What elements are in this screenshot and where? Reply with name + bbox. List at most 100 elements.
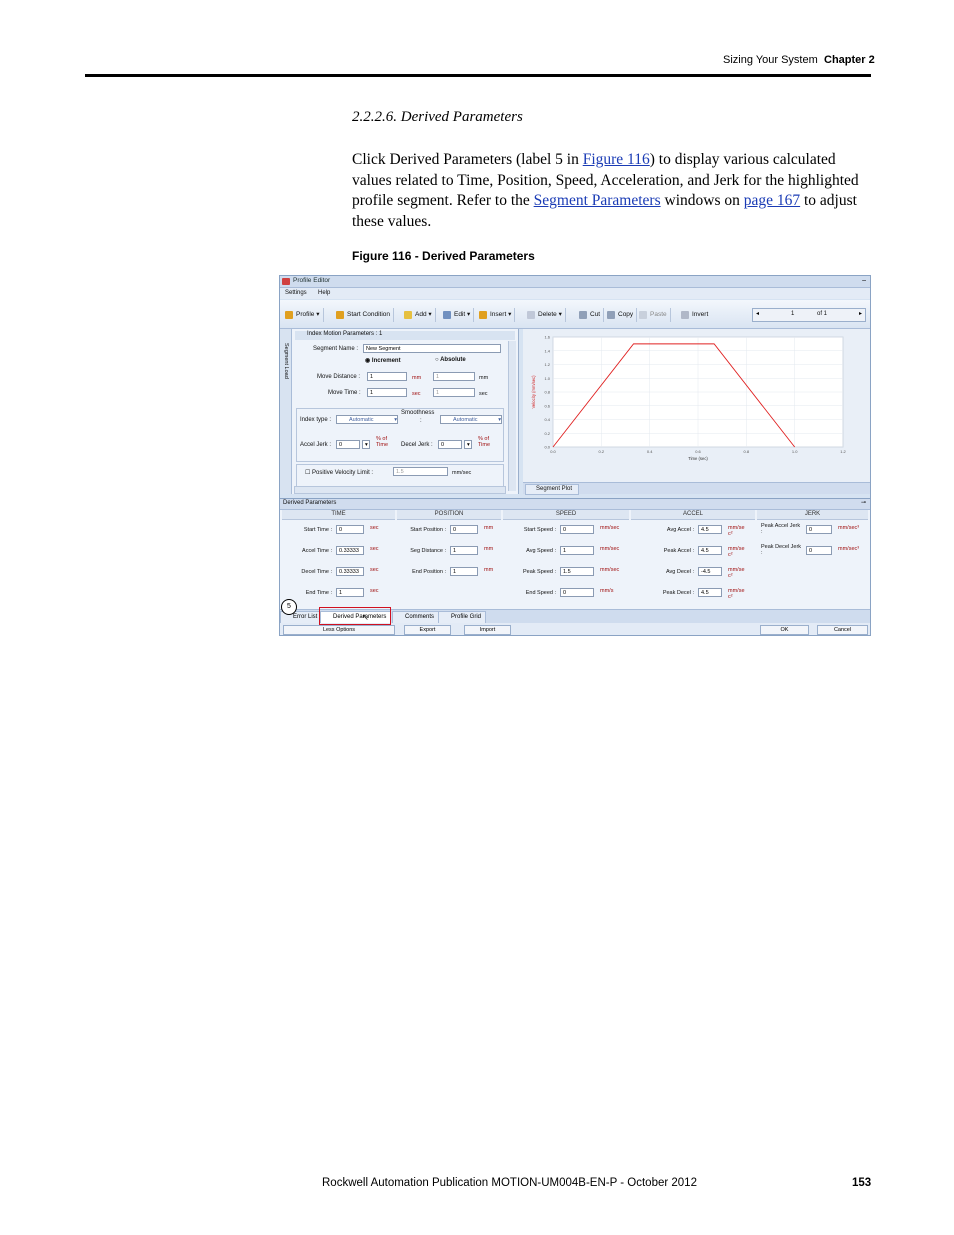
derived-parameters-title: Derived Parameters	[283, 500, 337, 506]
ok-button[interactable]: OK	[760, 625, 809, 635]
accel-unit: mm/se c²	[728, 546, 745, 558]
index-type-value: Automatic	[349, 417, 374, 423]
cut-button[interactable]: Cut	[578, 308, 605, 322]
position-label: Start Position :	[410, 527, 446, 533]
less-options-button[interactable]: Less Options	[283, 625, 395, 635]
menu-help[interactable]: Help	[318, 290, 330, 296]
menu-settings[interactable]: Settings	[285, 290, 307, 296]
jerk-label: Peak Decel Jerk :	[761, 544, 802, 556]
time-unit: sec	[370, 588, 379, 594]
y-axis-label: Velocity (mm/sec)	[531, 375, 536, 409]
index-type-select[interactable]: Automatic ▾	[336, 415, 398, 424]
copy-button[interactable]: Copy	[606, 308, 638, 322]
x-tick-label: 0.0	[550, 449, 556, 454]
derived-parameters-panel: Derived Parameters ⊸ TIME POSITION SPEED…	[280, 498, 870, 609]
position-value[interactable]: 1	[450, 546, 478, 555]
smoothness-select[interactable]: Automatic ▾	[440, 415, 502, 424]
next-page-icon[interactable]: ▸	[859, 310, 862, 317]
decel-jerk-dropdown-icon[interactable]: ▾	[464, 440, 472, 449]
speed-value[interactable]: 0	[560, 525, 594, 534]
segment-plot-tab-label: Segment Plot	[536, 486, 573, 492]
running-header-section: Sizing Your System	[723, 54, 818, 66]
time-value[interactable]: 1	[336, 588, 364, 597]
positive-velocity-limit-input[interactable]: 1.5	[393, 467, 448, 476]
figure-link[interactable]: Figure 116	[583, 151, 650, 168]
positive-velocity-limit-unit: mm/sec	[452, 470, 472, 476]
cancel-button[interactable]: Cancel	[817, 625, 868, 635]
accel-jerk-dropdown-icon[interactable]: ▾	[362, 440, 370, 449]
start-condition-button[interactable]: Start Condition	[335, 308, 394, 322]
move-distance-input[interactable]: 1	[367, 372, 407, 381]
horizontal-scrollbar[interactable]	[294, 486, 506, 494]
section-title: 2.2.2.6. Derived Parameters	[352, 109, 523, 125]
invert-button[interactable]: Invert	[680, 308, 711, 322]
time-value[interactable]: 0.33333	[336, 546, 364, 555]
page-link[interactable]: page 167	[744, 192, 800, 209]
segment-name-input[interactable]: New Segment	[363, 344, 501, 353]
plot-tab-bar: Segment Plot	[523, 482, 870, 495]
invert-label: Invert	[692, 311, 709, 318]
increment-radio[interactable]: ◉ Increment	[365, 357, 401, 364]
cursor-icon: ↖	[362, 613, 369, 622]
add-button[interactable]: Add ▾	[403, 308, 436, 322]
move-distance-absolute-input[interactable]: 1	[433, 372, 475, 381]
y-tick-label: 0.8	[544, 390, 550, 395]
time-value[interactable]: 0.33333	[336, 567, 364, 576]
body-text: windows on	[660, 192, 744, 209]
time-value[interactable]: 0	[336, 525, 364, 534]
menu-bar: Settings Help	[280, 288, 870, 299]
jerk-value[interactable]: 0	[806, 525, 832, 534]
header-rule	[85, 74, 871, 77]
copy-label: Copy	[618, 311, 634, 318]
insert-button[interactable]: Insert ▾	[478, 308, 516, 322]
position-value[interactable]: 0	[450, 525, 478, 534]
pin-icon[interactable]: ⊸	[861, 499, 866, 506]
segment-load-tab[interactable]: Segment Load	[280, 329, 292, 494]
move-time-unit: sec	[412, 391, 421, 397]
x-tick-label: 0.2	[599, 449, 605, 454]
jerk-value[interactable]: 0	[806, 546, 832, 555]
positive-velocity-limit-checkbox[interactable]: ☐ Positive Velocity Limit :	[305, 469, 373, 476]
import-button[interactable]: Import	[464, 625, 511, 635]
speed-label: Avg Speed :	[526, 548, 556, 554]
accel-value[interactable]: -4.5	[698, 567, 722, 576]
figure-caption: Figure 116 - Derived Parameters	[352, 249, 535, 263]
profile-button[interactable]: Profile ▾	[284, 308, 324, 322]
paste-button[interactable]: Paste	[638, 308, 671, 322]
accel-label: Peak Decel :	[662, 590, 694, 596]
page-navigator: ◂ 1 of 1 ▸	[752, 308, 866, 322]
prev-page-icon[interactable]: ◂	[756, 310, 759, 317]
position-value[interactable]: 1	[450, 567, 478, 576]
speed-value[interactable]: 0	[560, 588, 594, 597]
accel-value[interactable]: 4.5	[698, 546, 722, 555]
position-unit: mm	[484, 546, 494, 552]
current-page[interactable]: 1	[791, 311, 794, 317]
move-time-input[interactable]: 1	[367, 388, 407, 397]
decel-jerk-input[interactable]: 0	[438, 440, 462, 449]
edit-button[interactable]: Edit ▾	[442, 308, 475, 322]
export-button[interactable]: Export	[404, 625, 451, 635]
speed-unit: mm/s	[600, 588, 614, 594]
absolute-radio[interactable]: ○ Absolute	[435, 357, 466, 363]
column-position: POSITION	[397, 510, 501, 520]
y-tick-label: 0.6	[544, 403, 550, 408]
move-distance-absolute-unit: mm	[479, 375, 489, 381]
vertical-scrollbar[interactable]	[508, 341, 516, 491]
minimize-icon[interactable]: –	[862, 277, 866, 284]
accel-label: Avg Decel :	[665, 569, 694, 575]
speed-value[interactable]: 1	[560, 546, 594, 555]
positive-velocity-limit-label: Positive Velocity Limit :	[312, 470, 374, 476]
speed-value[interactable]: 1.5	[560, 567, 594, 576]
accel-value[interactable]: 4.5	[698, 588, 722, 597]
smoothness-value: Automatic	[453, 417, 478, 423]
invert-icon	[681, 311, 689, 319]
move-time-absolute-input[interactable]: 1	[433, 388, 475, 397]
jerk-unit: mm/sec³	[838, 546, 860, 552]
accel-jerk-input[interactable]: 0	[336, 440, 360, 449]
y-tick-label: 1.6	[544, 335, 550, 340]
segment-plot-tab[interactable]: Segment Plot	[525, 484, 580, 495]
segment-parameters-link[interactable]: Segment Parameters	[534, 192, 661, 209]
position-label: End Position :	[412, 569, 446, 575]
delete-button[interactable]: Delete ▾	[526, 308, 566, 322]
accel-value[interactable]: 4.5	[698, 525, 722, 534]
